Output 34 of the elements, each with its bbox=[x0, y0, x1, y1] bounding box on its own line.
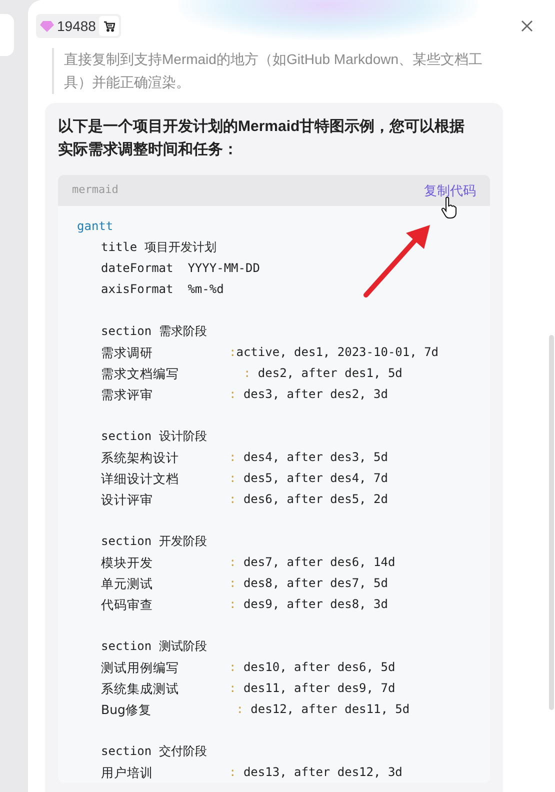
code-line: gantt bbox=[77, 218, 114, 235]
code-line: 需求文档编写 : des2, after des1, 5d bbox=[100, 365, 404, 383]
code-line: 代码审查 : des9, after des8, 3d bbox=[100, 596, 389, 614]
code-line: Bug修复 : des12, after des11, 5d bbox=[100, 701, 411, 719]
cart-button[interactable] bbox=[98, 16, 119, 36]
code-line: 设计评审 : des6, after des5, 2d bbox=[100, 491, 389, 509]
code-line: section 需求阶段 bbox=[100, 323, 208, 340]
code-line: 系统架构设计 : des4, after des3, 5d bbox=[100, 449, 389, 467]
code-line: 模块开发 : des7, after des6, 14d bbox=[100, 554, 396, 572]
code-line: section 测试阶段 bbox=[100, 638, 208, 655]
code-line: 需求评审 : des3, after des2, 3d bbox=[100, 386, 389, 404]
cart-icon bbox=[102, 20, 115, 32]
scrollbar-thumb[interactable] bbox=[549, 335, 554, 710]
message-text: 以下是一个项目开发计划的Mermaid甘特图示例，您可以根据实际需求调整时间和任务： bbox=[58, 117, 466, 160]
code-line: section 设计阶段 bbox=[100, 428, 208, 445]
code-line: 详细设计文档 : des5, after des4, 7d bbox=[100, 470, 389, 488]
copy-code-button[interactable]: 复制代码 bbox=[424, 180, 476, 200]
code-line: dateFormat YYYY-MM-DD bbox=[100, 260, 261, 277]
gem-icon bbox=[40, 20, 54, 32]
code-line: 系统集成测试 : des11, after des9, 7d bbox=[100, 680, 396, 698]
points-count: 19488 bbox=[57, 16, 96, 36]
code-line: 单元测试 : des8, after des7, 5d bbox=[100, 575, 389, 593]
code-line: section 交付阶段 bbox=[100, 743, 208, 760]
code-line: 需求调研 :active, des1, 2023-10-01, 7d bbox=[100, 344, 440, 362]
code-line: section 开发阶段 bbox=[100, 533, 208, 550]
code-line: 用户培训 : des13, after des12, 3d bbox=[100, 764, 404, 782]
code-line: title 项目开发计划 bbox=[100, 239, 218, 256]
code-line: 测试用例编写 : des10, after des6, 5d bbox=[100, 659, 396, 677]
quote-text: 直接复制到支持Mermaid的地方（如GitHub Markdown、某些文档工具）并能正确渲染。 bbox=[64, 50, 484, 92]
points-badge[interactable]: 19488 bbox=[36, 14, 121, 38]
close-icon[interactable] bbox=[521, 20, 533, 32]
language-label: mermaid bbox=[72, 182, 118, 198]
code-line: axisFormat %m-%d bbox=[100, 281, 225, 298]
hand-cursor-icon bbox=[441, 197, 457, 219]
